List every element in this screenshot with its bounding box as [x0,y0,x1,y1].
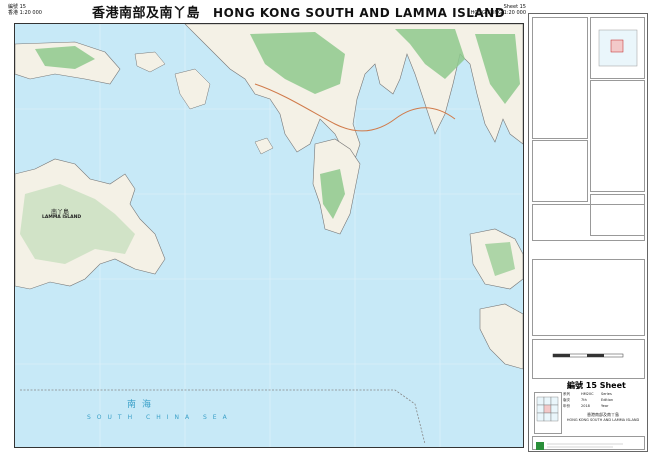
government-logo-icon [536,442,623,450]
sheet-index-grid [534,392,562,434]
year-label-cn: 年份 [563,404,570,408]
legend-section-relief [532,140,588,202]
year-value: 2018 [581,404,590,408]
sheet-name-en: HONG KONG SOUTH AND LAMMA ISLAND [566,418,640,422]
sea-label-cn: 南海 [127,400,158,410]
scale-label-cn: 香港 1:20 000 [8,10,42,16]
map-canvas[interactable]: 南丫島 LAMMA ISLAND 南海 SOUTH CHINA SEA [14,23,524,448]
sheet-header-left: 編號 15 香港 1:20 000 [8,4,42,16]
sheet-header-right: Sheet 15 HONG KONG 1:20 000 [466,4,526,16]
map-title: 香港南部及南丫島 HONG KONG SOUTH AND LAMMA ISLAN… [92,2,505,21]
year-label-en: Year [601,404,609,408]
series-value: HM20C [581,392,594,396]
sheet-index-grid-icon [536,396,559,422]
legend-index-map [590,17,645,79]
map-drawing [15,24,523,447]
scale-bar-icon [552,353,624,358]
publisher-block [532,436,645,450]
lamma-island-label-en: LAMMA ISLAND [42,215,82,220]
series-label-cn: 系列 [563,392,570,396]
edition-value: 7th [581,398,587,402]
series-label-en: Series [601,392,612,396]
edition-label-cn: 版次 [563,398,570,402]
scale-label-en: HONG KONG 1:20 000 [470,10,526,16]
map-legend: 編號 15 Sheet 系列 HM20C Series 版次 7th Editi… [528,13,648,452]
index-map-icon [598,29,638,67]
legend-section-text [532,204,645,241]
legend-section-features [532,259,645,336]
edition-label-en: Edition [601,398,614,402]
sea-label-en: SOUTH CHINA SEA [87,414,233,421]
legend-section-roads [590,80,645,192]
legend-section-symbols [532,17,588,139]
map-title-en: HONG KONG SOUTH AND LAMMA ISLAND [213,6,506,20]
map-sheet: 編號 15 香港 1:20 000 香港南部及南丫島 HONG KONG SOU… [0,0,650,454]
legend-section-scale [532,339,645,379]
sheet-number: 編號 15 Sheet [567,381,626,390]
map-title-cn: 香港南部及南丫島 [92,6,201,21]
